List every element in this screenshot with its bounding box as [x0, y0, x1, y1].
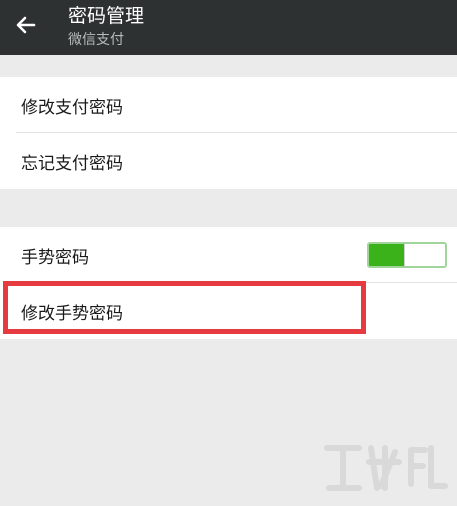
watermark-logo: [324, 445, 448, 491]
arrow-left-icon: [16, 16, 36, 34]
pay-password-group: 修改支付密码 忘记支付密码: [0, 77, 457, 189]
list-item-label: 修改支付密码: [21, 97, 123, 118]
list-item-label: 手势密码: [21, 247, 89, 268]
back-button[interactable]: [10, 9, 42, 41]
toggle-on-fill: [369, 244, 409, 266]
gesture-password-toggle[interactable]: [367, 242, 447, 268]
page-title: 密码管理: [68, 5, 145, 27]
title-block: 密码管理 微信支付: [68, 4, 144, 50]
toggle-knob: [404, 244, 445, 266]
modify-pay-password-item[interactable]: 修改支付密码: [0, 77, 457, 133]
app-bar: 密码管理 微信支付: [0, 0, 457, 55]
highlight-box: [3, 281, 366, 334]
list-item-label: 忘记支付密码: [21, 153, 123, 174]
forgot-pay-password-item[interactable]: 忘记支付密码: [0, 133, 457, 189]
gesture-password-item: 手势密码: [0, 227, 457, 283]
page-subtitle: 微信支付: [68, 32, 124, 48]
